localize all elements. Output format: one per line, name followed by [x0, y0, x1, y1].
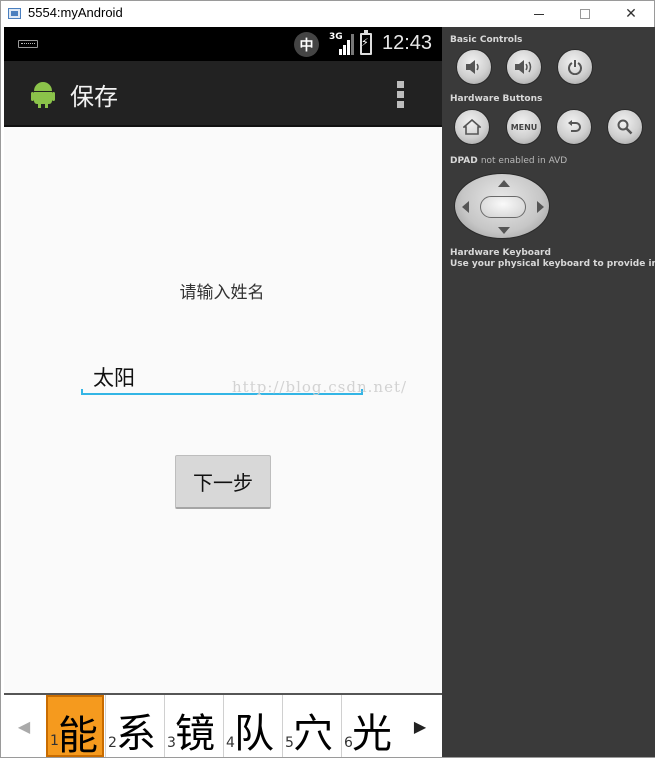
menu-button-label: MENU	[510, 122, 538, 132]
emulator-window: 5554:myAndroid ✕ 中 3G 12:43 保	[0, 0, 655, 758]
volume-down-button[interactable]	[456, 49, 492, 85]
network-type: 3G	[329, 32, 343, 42]
back-button[interactable]	[556, 109, 592, 145]
watermark-text: http://blog.csdn.net/	[232, 378, 408, 396]
minimize-button[interactable]	[516, 1, 562, 27]
battery-charging-icon	[360, 30, 372, 55]
candidate-item[interactable]: 3 镜	[164, 695, 222, 757]
candidate-item[interactable]: 6 光	[341, 695, 399, 757]
basic-controls-label: Basic Controls	[450, 35, 523, 45]
dpad-left-icon[interactable]	[462, 201, 469, 213]
power-icon	[568, 60, 582, 75]
minimize-icon	[534, 13, 544, 15]
candidate-char: 镜	[175, 711, 215, 757]
candidate-char: 穴	[293, 711, 333, 757]
main-content: 请输入姓名 http://blog.csdn.net/ 下一步	[4, 127, 442, 693]
search-button[interactable]	[607, 109, 643, 145]
dpad-control[interactable]	[454, 173, 550, 239]
hardware-buttons-label: Hardware Buttons	[450, 94, 543, 104]
keyboard-icon	[18, 40, 38, 48]
window-title: 5554:myAndroid	[28, 5, 123, 20]
signal-icon: 3G	[329, 32, 354, 55]
device-screen: 中 3G 12:43 保存 请输入姓名	[4, 27, 442, 757]
volume-up-icon	[515, 60, 532, 74]
dpad-up-icon[interactable]	[498, 180, 510, 187]
candidate-char: 系	[116, 711, 156, 757]
dpad-down-icon[interactable]	[498, 227, 510, 234]
candidates-prev-icon[interactable]: ◀	[4, 695, 44, 757]
overflow-menu-icon[interactable]	[397, 81, 407, 109]
back-icon	[568, 120, 581, 132]
dpad-center-button[interactable]	[480, 196, 526, 218]
candidate-item[interactable]: 5 穴	[282, 695, 340, 757]
home-icon	[463, 119, 481, 135]
dpad-right-icon[interactable]	[537, 201, 544, 213]
hardware-keyboard-note: Use your physical keyboard to provide in…	[450, 259, 655, 269]
menu-button[interactable]: MENU	[506, 109, 542, 145]
volume-up-button[interactable]	[506, 49, 542, 85]
status-bar: 中 3G 12:43	[4, 27, 442, 61]
candidate-item[interactable]: 4 队	[223, 695, 281, 757]
android-icon[interactable]	[31, 82, 55, 108]
ime-candidate-bar: ◀ 1 能 2 系 3 镜 4 队 5 穴 6 光 ▶	[4, 693, 442, 757]
hardware-keyboard-label: Hardware Keyboard	[450, 248, 551, 258]
candidate-item[interactable]: 1 能	[46, 695, 104, 757]
volume-down-icon	[466, 60, 479, 74]
candidate-char: 队	[234, 711, 274, 757]
action-bar: 保存	[4, 61, 442, 127]
window-app-icon	[8, 8, 21, 19]
candidates-next-icon[interactable]: ▶	[400, 695, 440, 757]
action-bar-title: 保存	[70, 83, 118, 111]
next-step-button[interactable]: 下一步	[175, 455, 271, 509]
ime-indicator: 中	[294, 32, 319, 57]
close-button[interactable]: ✕	[608, 1, 654, 27]
candidate-char: 光	[352, 711, 392, 757]
candidate-char: 能	[58, 713, 98, 757]
search-icon	[617, 119, 633, 135]
home-button[interactable]	[454, 109, 490, 145]
title-bar: 5554:myAndroid ✕	[1, 1, 654, 27]
power-button[interactable]	[557, 49, 593, 85]
candidate-item[interactable]: 2 系	[105, 695, 163, 757]
emulator-control-panel: Basic Controls Hardware Buttons MENU DPA…	[442, 27, 655, 757]
close-icon: ✕	[625, 6, 637, 22]
status-clock: 12:43	[382, 32, 433, 54]
name-prompt-label: 请输入姓名	[179, 283, 265, 303]
maximize-button[interactable]	[562, 1, 608, 27]
dpad-label: DPAD not enabled in AVD	[450, 156, 568, 166]
maximize-icon	[580, 9, 590, 19]
